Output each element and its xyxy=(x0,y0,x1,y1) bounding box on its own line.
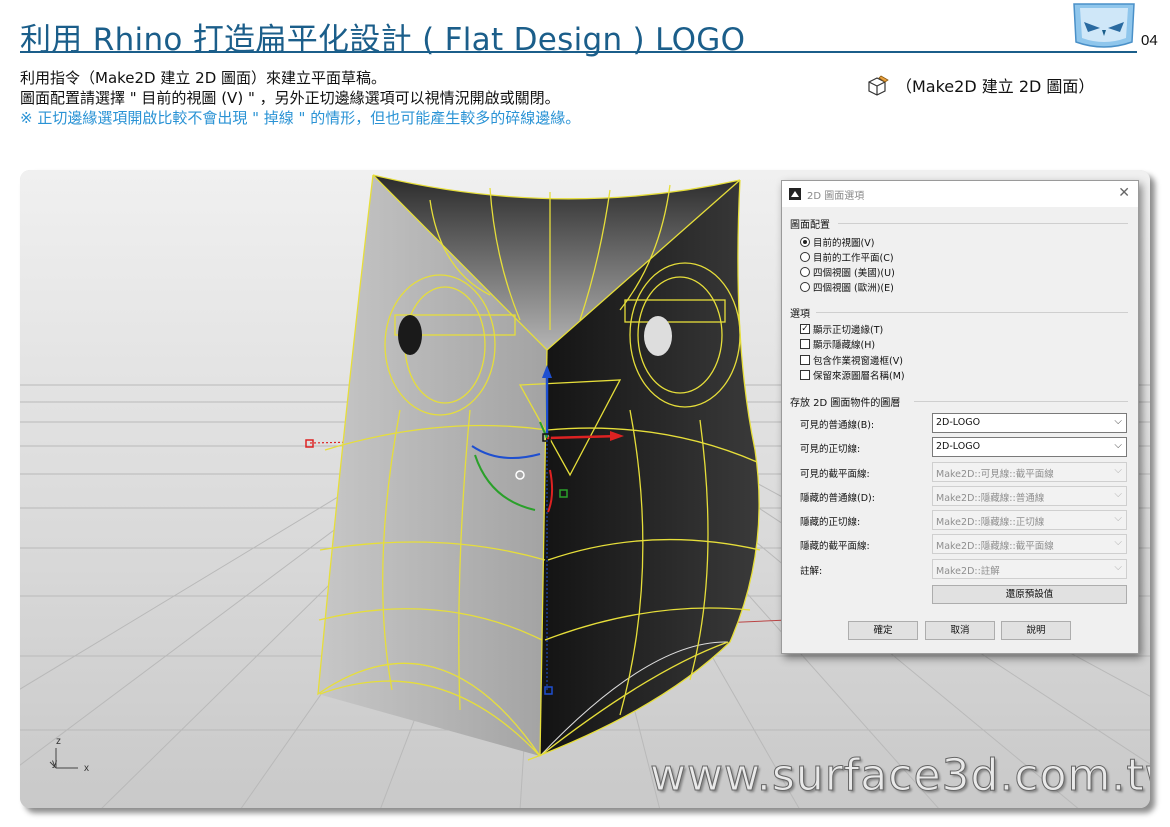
command-reference: （Make2D 建立 2D 圖面） xyxy=(866,73,1094,97)
rhino-app-icon xyxy=(789,188,801,200)
layer-select: Make2D::隱藏線::普通線 ⌵ xyxy=(932,486,1127,506)
owl-logo-icon xyxy=(1073,3,1135,48)
radio-unselected[interactable] xyxy=(800,282,810,292)
layer-field-visible-curves: 可見的普通線(B): 2D-LOGO ⌵ xyxy=(800,413,1130,433)
chevron-down-icon: ⌵ xyxy=(1114,416,1122,427)
layout-section-heading: 圖面配置 xyxy=(790,220,830,231)
owl-right-pupil xyxy=(644,316,672,356)
section-divider xyxy=(816,312,1128,313)
command-label: （Make2D 建立 2D 圖面） xyxy=(896,77,1095,96)
radio-unselected[interactable] xyxy=(800,252,810,262)
field-label: 註解: xyxy=(800,566,823,577)
layer-field-annotations: 註解: Make2D::註解 ⌵ xyxy=(800,559,1130,579)
checkbox-checked[interactable]: ✓ xyxy=(800,324,810,334)
chevron-down-icon: ⌵ xyxy=(1114,562,1122,573)
checkbox-show-hidden[interactable]: 顯示隱藏線(H) xyxy=(800,337,875,351)
layout-option-four-eu[interactable]: 四個視圖 (歐洲)(E) xyxy=(800,280,894,294)
title-underline xyxy=(20,51,1137,53)
layer-select: Make2D::註解 ⌵ xyxy=(932,559,1127,579)
chevron-down-icon: ⌵ xyxy=(1114,537,1122,548)
select-value: Make2D::隱藏線::正切線 xyxy=(936,517,1045,528)
checkbox-label: 顯示隱藏線(H) xyxy=(813,340,876,351)
layer-select: Make2D::隱藏線::正切線 ⌵ xyxy=(932,510,1127,530)
layer-field-visible-tangents: 可見的正切線: 2D-LOGO ⌵ xyxy=(800,437,1130,457)
layer-select: Make2D::可見線::截平面線 ⌵ xyxy=(932,462,1127,482)
chevron-down-icon: ⌵ xyxy=(1114,489,1122,500)
instruction-line: 圖面配置請選擇 " 目前的視圖 (V) " ，另外正切邊緣選項可以視情況開啟或關… xyxy=(20,89,560,107)
checkbox-unchecked[interactable] xyxy=(800,339,810,349)
select-value: 2D-LOGO xyxy=(936,417,981,428)
checkbox-viewport-frame[interactable]: 包含作業視窗邊框(V) xyxy=(800,353,903,367)
checkbox-unchecked[interactable] xyxy=(800,355,810,365)
chevron-down-icon: ⌵ xyxy=(1114,513,1122,524)
options-section-heading: 選項 xyxy=(790,309,810,320)
option-label: 目前的工作平面(C) xyxy=(813,253,894,264)
cancel-button[interactable]: 取消 xyxy=(925,621,995,640)
make2d-dialog: 2D 圖面選項 ✕ 圖面配置 目前的視圖(V) 目前的工作平面(C) 四個視圖 … xyxy=(781,180,1139,654)
checkbox-show-tangent[interactable]: ✓ 顯示正切邊緣(T) xyxy=(800,322,883,336)
rhino-viewport[interactable]: z y x www.surface3d.com.tw 2D 圖面選項 ✕ 圖面配… xyxy=(20,170,1150,808)
checkbox-label: 保留來源圖層名稱(M) xyxy=(813,371,905,382)
layout-option-cplane[interactable]: 目前的工作平面(C) xyxy=(800,250,894,264)
field-label: 可見的截平面線: xyxy=(800,469,870,480)
section-divider xyxy=(838,223,1128,224)
layer-select[interactable]: 2D-LOGO ⌵ xyxy=(932,413,1127,433)
axis-x-label: x xyxy=(84,763,89,774)
select-value: 2D-LOGO xyxy=(936,441,981,452)
watermark: www.surface3d.com.tw xyxy=(650,750,1150,802)
dialog-titlebar[interactable]: 2D 圖面選項 ✕ xyxy=(782,181,1138,207)
radio-selected[interactable] xyxy=(800,237,810,247)
section-divider xyxy=(914,401,1128,402)
instructions: 利用指令（Make2D 建立 2D 圖面）來建立平面草稿。 圖面配置請選擇 " … xyxy=(20,68,580,128)
layer-field-visible-clipping: 可見的截平面線: Make2D::可見線::截平面線 ⌵ xyxy=(800,462,1130,482)
radio-unselected[interactable] xyxy=(800,267,810,277)
field-label: 可見的普通線(B): xyxy=(800,420,875,431)
restore-defaults-button[interactable]: 還原預設值 xyxy=(932,585,1127,604)
layer-field-hidden-tangents: 隱藏的正切線: Make2D::隱藏線::正切線 ⌵ xyxy=(800,510,1130,530)
field-label: 隱藏的正切線: xyxy=(800,517,861,528)
owl-left-pupil xyxy=(398,315,422,355)
layout-option-current-view[interactable]: 目前的視圖(V) xyxy=(800,235,874,249)
axis-z-label: z xyxy=(56,736,61,747)
close-icon[interactable]: ✕ xyxy=(1118,185,1130,201)
chevron-down-icon: ⌵ xyxy=(1114,465,1122,476)
instruction-note: ※ 正切邊緣選項開啟比較不會出現 " 掉線 " 的情形，但也可能產生較多的碎線邊… xyxy=(20,109,581,127)
ok-button[interactable]: 確定 xyxy=(848,621,918,640)
layout-option-four-us[interactable]: 四個視圖 (美國)(U) xyxy=(800,265,895,279)
layer-select: Make2D::隱藏線::截平面線 ⌵ xyxy=(932,534,1127,554)
checkbox-label: 包含作業視窗邊框(V) xyxy=(813,356,903,367)
select-value: Make2D::隱藏線::截平面線 xyxy=(936,541,1054,552)
page-number: 04 xyxy=(1141,32,1158,49)
chevron-down-icon: ⌵ xyxy=(1114,440,1122,451)
instruction-line: 利用指令（Make2D 建立 2D 圖面）來建立平面草稿。 xyxy=(20,69,387,87)
axis-y-label: y xyxy=(52,758,57,769)
checkbox-label: 顯示正切邊緣(T) xyxy=(813,325,884,336)
checkbox-unchecked[interactable] xyxy=(800,370,810,380)
layer-select[interactable]: 2D-LOGO ⌵ xyxy=(932,437,1127,457)
help-button[interactable]: 說明 xyxy=(1001,621,1071,640)
field-label: 隱藏的普通線(D): xyxy=(800,493,875,504)
option-label: 四個視圖 (美國)(U) xyxy=(813,268,895,279)
select-value: Make2D::可見線::截平面線 xyxy=(936,469,1054,480)
layers-section-heading: 存放 2D 圖面物件的圖層 xyxy=(790,398,901,409)
option-label: 四個視圖 (歐洲)(E) xyxy=(813,283,894,294)
select-value: Make2D::註解 xyxy=(936,566,1000,577)
option-label: 目前的視圖(V) xyxy=(813,238,875,249)
checkbox-keep-layers[interactable]: 保留來源圖層名稱(M) xyxy=(800,368,905,382)
field-label: 可見的正切線: xyxy=(800,444,861,455)
layer-field-hidden-curves: 隱藏的普通線(D): Make2D::隱藏線::普通線 ⌵ xyxy=(800,486,1130,506)
layer-field-hidden-clipping: 隱藏的截平面線: Make2D::隱藏線::截平面線 ⌵ xyxy=(800,534,1130,554)
dialog-title: 2D 圖面選項 xyxy=(807,190,865,202)
select-value: Make2D::隱藏線::普通線 xyxy=(936,493,1045,504)
make2d-icon xyxy=(868,75,889,96)
field-label: 隱藏的截平面線: xyxy=(800,541,870,552)
